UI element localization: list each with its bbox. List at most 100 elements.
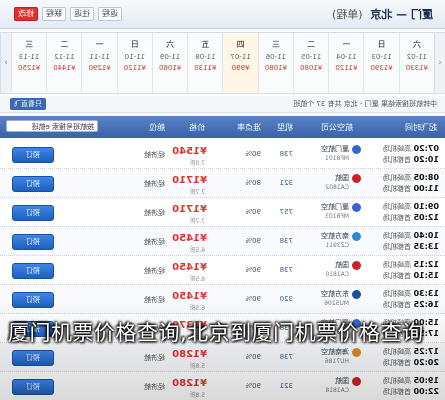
route-text: 厦门 — 北京 [370, 8, 433, 21]
on-time-rate: 90% [245, 208, 261, 216]
on-time-rate: 90% [245, 150, 261, 158]
flight-row: 10:40 13:35 高崎机场 首都机场 南方航空 CZ3911 738 90% ¥1450 6… [0, 227, 445, 256]
calendar-next-icon[interactable]: › [0, 33, 11, 93]
calendar-date: 11-06 [265, 53, 287, 61]
col-price[interactable]: 价格 [189, 122, 205, 133]
calendar-day[interactable]: 四 11-07 ¥990 [222, 33, 258, 93]
airline-logo-icon [352, 290, 361, 299]
calendar-weekday: 四 [236, 40, 245, 49]
calendar-weekday: 一 [95, 40, 104, 49]
calendar-date: 11-05 [300, 53, 322, 61]
plane-type[interactable]: 321 [280, 179, 293, 187]
arrive-airport: 首都机场 [383, 243, 411, 251]
book-button[interactable]: 预订 [12, 147, 54, 163]
airline-logo-icon [352, 203, 361, 212]
on-time-rate: 90% [245, 237, 261, 245]
calendar-price: ¥1290 [88, 64, 111, 72]
calendar-day[interactable]: 一 11-04 ¥1120 [328, 33, 364, 93]
calendar-days: 六 11-02 ¥1330 日 11-03 ¥1390 一 11-04 ¥1120 二 11-05 ¥… [11, 33, 434, 93]
direct-only-link[interactable]: 只看直飞 [10, 98, 46, 110]
calendar-weekday: 六 [412, 40, 421, 49]
calendar-day[interactable]: 三 11-13 ¥1250 [11, 33, 47, 93]
arrive-airport: 首都机场 [383, 272, 411, 280]
flight-row: 07:20 10:20 高崎机场 首都机场 厦门航空 MF8101 738 90% ¥1540 7… [0, 140, 445, 169]
calendar-prev-icon[interactable]: ‹ [434, 33, 445, 93]
calendar-price: ¥1440 [53, 64, 76, 72]
calendar-day[interactable]: 日 11-03 ¥1390 [363, 33, 399, 93]
depart-airport: 高崎机场 [383, 174, 411, 182]
arrive-time: 15:10 [413, 271, 439, 280]
calendar-day[interactable]: 六 11-02 ¥1330 [398, 33, 434, 93]
flight-number[interactable]: CZ3911 [325, 242, 349, 249]
flight-number[interactable]: MF8101 [325, 155, 349, 162]
book-button[interactable]: 预订 [12, 234, 54, 250]
modify-search-button[interactable]: 修改 [14, 7, 38, 21]
depart-time: 13:30 [413, 289, 439, 298]
depart-airport: 高崎机场 [383, 261, 411, 269]
fare-price: ¥1710 [172, 175, 207, 186]
connecting-button[interactable]: 联程 [42, 7, 66, 21]
plane-type[interactable]: 738 [280, 150, 293, 158]
route-title: 厦门 — 北京 (单程) [332, 6, 433, 22]
airline-name: 厦门航空 [321, 203, 349, 211]
airline-logo-icon [352, 174, 361, 183]
calendar-day[interactable]: 二 11-05 ¥1080 [293, 33, 329, 93]
calendar-day[interactable]: 日 11-10 ¥1120 [116, 33, 152, 93]
round-trip-button[interactable]: 往返 [70, 7, 94, 21]
col-ontime[interactable]: 准点率 [237, 122, 261, 133]
fare-discount: 6.5折 [189, 247, 205, 254]
col-airline[interactable]: 航空公司 [321, 122, 353, 133]
flight-row: 08:05 11:00 高崎机场 首都机场 国航 CA1802 321 80% ¥1710 7.7… [0, 169, 445, 198]
result-summary-bar: 中转航班搜索结果 厦门 - 北京 共有 37 个航班 只看直飞 [0, 96, 445, 113]
fare-price: ¥1450 [172, 262, 207, 273]
arrive-airport: 首都机场 [383, 185, 411, 193]
airline-name: 东方航空 [321, 290, 349, 298]
calendar-date: 11-04 [336, 53, 357, 61]
calendar-day[interactable]: 五 11-08 ¥1130 [187, 33, 223, 93]
depart-airport: 高崎机场 [383, 290, 411, 298]
col-class: 舱位 [149, 123, 165, 132]
calendar-day[interactable]: 一 11-11 ¥1290 [81, 33, 117, 93]
cabin-class: 经济舱 [144, 209, 165, 217]
airline-logo-icon [352, 261, 361, 270]
calendar-day[interactable]: 三 11-06 ¥1080 [257, 33, 293, 93]
fare-price: ¥1450 [172, 233, 207, 244]
cabin-class: 经济舱 [144, 238, 165, 246]
arrive-time: 12:05 [413, 213, 439, 222]
plane-type[interactable]: 738 [280, 237, 293, 245]
flight-number[interactable]: MF8103 [325, 213, 349, 220]
calendar-weekday: 六 [166, 40, 175, 49]
on-time-rate: 90% [245, 266, 261, 274]
calendar-date: 11-02 [406, 53, 428, 61]
calendar-date: 11-07 [230, 53, 251, 61]
return-trip-button[interactable]: 返程 [98, 7, 122, 21]
flight-row: 12:15 15:10 高崎机场 首都机场 国航 CA1810 738 90% ¥1450 6.5… [0, 256, 445, 285]
calendar-day[interactable]: 六 11-09 ¥1060 [152, 33, 188, 93]
flight-number[interactable]: CA1802 [325, 184, 349, 191]
calendar-day[interactable]: 二 11-12 ¥1440 [46, 33, 82, 93]
fare-discount: 7.7折 [189, 218, 205, 225]
calendar-weekday: 日 [130, 40, 139, 49]
depart-airport: 高崎机场 [383, 145, 411, 153]
flight-filter-select[interactable]: 按航班号搜索 e航班 [6, 120, 98, 132]
book-button[interactable]: 预订 [12, 263, 54, 279]
plane-type[interactable]: 738 [280, 266, 293, 274]
flight-number[interactable]: CA1810 [325, 271, 349, 278]
calendar-date: 11-12 [54, 53, 75, 61]
on-time-rate: 80% [245, 179, 261, 187]
calendar-price: ¥1120 [123, 64, 147, 72]
arrive-airport: 首都机场 [383, 214, 411, 222]
col-time[interactable]: 起飞时间 [405, 122, 437, 133]
fare-discount: 7.0折 [189, 160, 205, 167]
calendar-price: ¥1390 [370, 64, 393, 72]
book-button[interactable]: 预订 [12, 176, 54, 192]
calendar-date: 11-11 [89, 53, 110, 61]
book-button[interactable]: 预订 [12, 205, 54, 221]
calendar-weekday: 三 [271, 40, 280, 49]
calendar-date: 11-10 [124, 53, 146, 61]
airline-logo-icon [352, 145, 361, 154]
plane-type[interactable]: 757 [280, 208, 293, 216]
calendar-price: ¥1080 [264, 64, 288, 72]
bottom-shade [0, 300, 445, 400]
depart-time: 09:10 [413, 202, 439, 211]
